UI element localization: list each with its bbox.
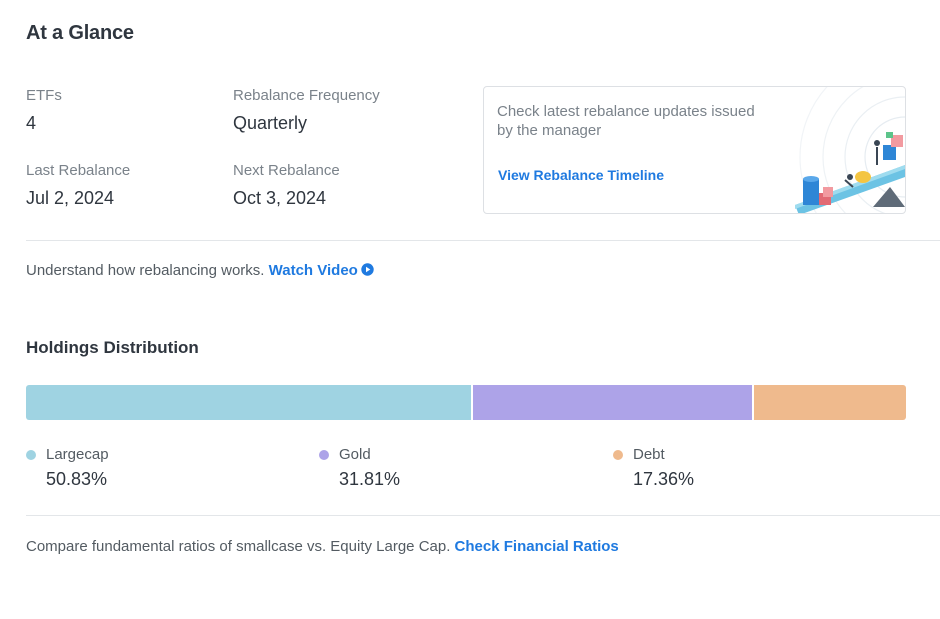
stat-label: ETFs [26, 87, 62, 104]
legend-dot-icon [319, 450, 329, 460]
holdings-distribution-title: Holdings Distribution [26, 338, 199, 357]
divider [26, 515, 940, 516]
rebalancing-info-line: Understand how rebalancing works. Watch … [26, 262, 374, 279]
stat-label: Rebalance Frequency [233, 87, 380, 104]
stat-value: Quarterly [233, 113, 308, 133]
stat-value: Oct 3, 2024 [233, 188, 327, 208]
page-title: At a Glance [26, 22, 134, 44]
legend-item-largecap: Largecap 50.83% [26, 446, 109, 490]
legend-percent: 50.83% [46, 469, 108, 489]
stat-label: Next Rebalance [233, 162, 340, 179]
stat-last-rebalance: Last Rebalance Jul 2, 2024 [26, 162, 130, 209]
stat-value: 4 [26, 113, 37, 133]
rebalancing-info-text: Understand how rebalancing works. [26, 262, 265, 279]
distribution-segment-gold [473, 385, 754, 420]
distribution-segment-largecap [26, 385, 474, 420]
legend-item-debt: Debt 17.36% [613, 446, 694, 490]
stat-value: Jul 2, 2024 [26, 188, 115, 208]
distribution-segment-debt [753, 385, 906, 420]
stat-etfs: ETFs 4 [26, 87, 62, 134]
financial-ratios-line: Compare fundamental ratios of smallcase … [26, 538, 619, 555]
check-financial-ratios-link[interactable]: Check Financial Ratios [455, 538, 619, 555]
legend-percent: 17.36% [633, 469, 695, 489]
play-icon[interactable] [361, 263, 374, 276]
watch-video-label[interactable]: Watch Video [269, 262, 358, 279]
stat-next-rebalance: Next Rebalance Oct 3, 2024 [233, 162, 340, 209]
legend-item-gold: Gold 31.81% [319, 446, 400, 490]
divider [26, 240, 940, 241]
stat-label: Last Rebalance [26, 162, 131, 179]
rebalance-illustration-icon [795, 87, 905, 213]
legend-dot-icon [26, 450, 36, 460]
stat-rebalance-frequency: Rebalance Frequency Quarterly [233, 87, 380, 134]
rebalance-updates-card: Check latest rebalance updates issued by… [483, 86, 906, 214]
legend-dot-icon [613, 450, 623, 460]
legend-label: Largecap [46, 446, 109, 463]
view-rebalance-timeline-link[interactable]: View Rebalance Timeline [498, 167, 664, 183]
holdings-distribution-bar [26, 385, 906, 420]
legend-label: Debt [633, 446, 665, 463]
watch-video-link[interactable]: Watch Video [269, 262, 374, 279]
financial-ratios-text: Compare fundamental ratios of smallcase … [26, 538, 451, 555]
legend-percent: 31.81% [339, 469, 401, 489]
legend-label: Gold [339, 446, 371, 463]
